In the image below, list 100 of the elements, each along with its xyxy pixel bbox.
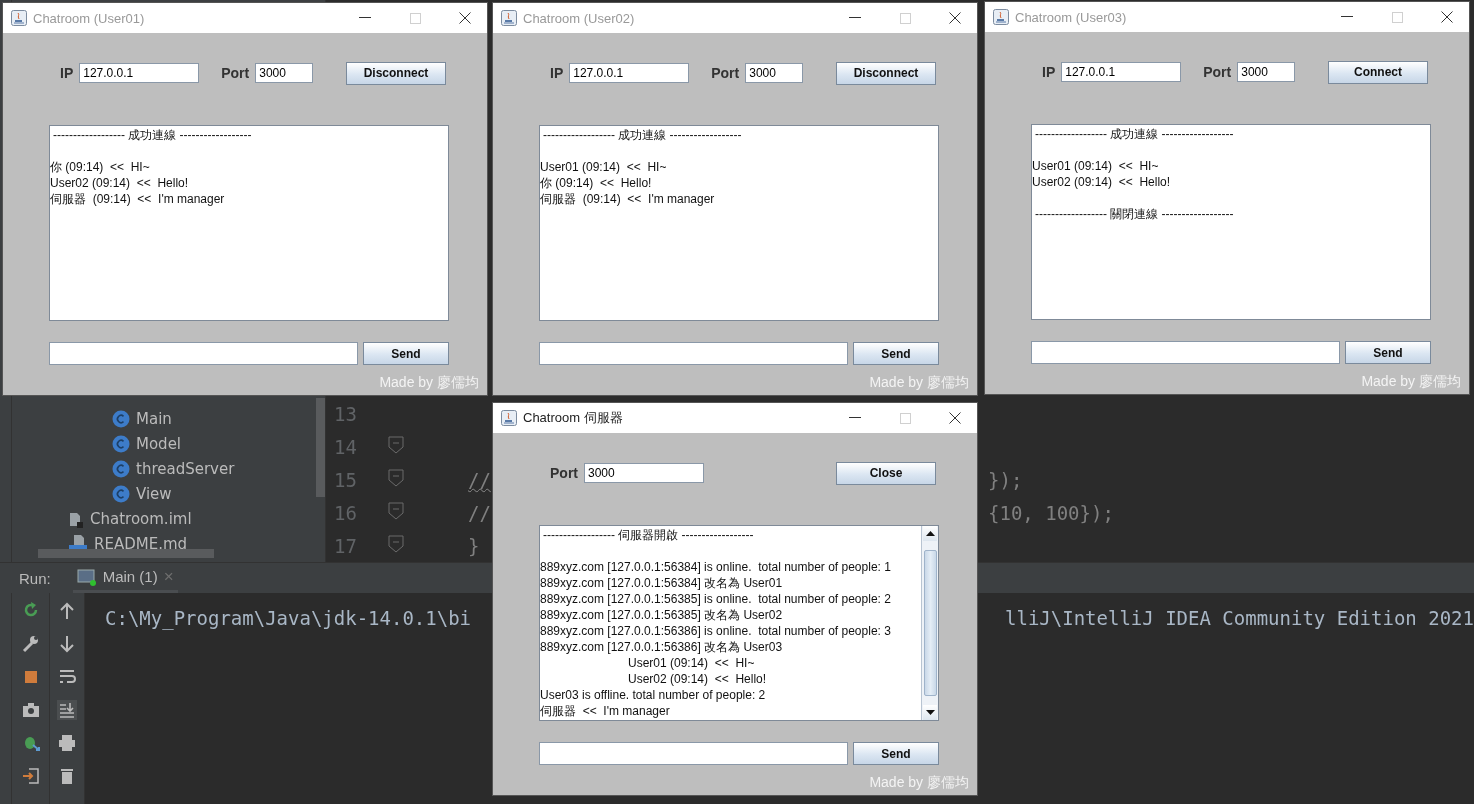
minimize-icon[interactable] [1341,16,1353,18]
log-line: 889xyz.com [127.0.0.1:56385] 改名為 User02 [540,607,784,623]
line-number: 14 [333,435,358,458]
log-line: 889xyz.com [127.0.0.1:56386] is online. total number of people: 3 [540,623,892,639]
port-label: Port [221,65,250,81]
connection-button[interactable]: Connect [1328,60,1428,84]
log-line: ------------------ 關閉連線 ------------------ [1034,206,1235,222]
print-icon[interactable] [57,733,77,753]
line-number: 17 [333,534,358,557]
window-title: Chatroom (User03) [1015,9,1128,25]
cup-icon [993,9,1009,25]
line-number: 15 [333,468,358,491]
log-line: ------------------ 成功連線 ------------------ [542,127,743,143]
camera-icon[interactable] [20,700,41,720]
code-text: }); [988,468,1023,491]
console-text: lliJ\IntelliJ IDEA Community Edition 2021 [1005,607,1474,629]
scroll-thumb[interactable] [923,550,937,696]
message-field[interactable] [539,342,848,365]
line-number: 13 [333,402,358,425]
port-label: Port [1203,64,1232,80]
connection-button[interactable]: Close [836,461,936,485]
send-button[interactable]: Send [853,342,939,365]
send-button[interactable]: Send [363,342,449,365]
project-tree-item[interactable]: Chatroom.iml [90,509,192,528]
port-field[interactable]: 3000 [255,63,314,83]
message-field[interactable] [539,742,848,765]
scroll-down-icon[interactable] [925,710,935,715]
run-tab[interactable]: Main (1) × [72,563,178,593]
project-tree-item[interactable]: View [136,484,172,503]
log-line: 你 (09:14) << HI~ [50,159,151,175]
exit-icon[interactable] [20,766,41,786]
project-tree-item[interactable]: Main [136,409,172,428]
maximize-icon [1391,11,1403,23]
window-icon [76,567,97,586]
code-text: } [468,534,480,557]
class-icon [112,459,130,478]
scrollbar[interactable] [921,526,938,720]
connection-button[interactable]: Disconnect [836,61,936,85]
code-text: // [468,501,491,524]
class-icon [112,409,130,428]
log-line: User02 (09:14) << Hello! [50,175,190,191]
scrollbar[interactable] [316,398,325,497]
log-line: 889xyz.com [127.0.0.1:56386] 改名為 User03 [540,639,784,655]
minimize-icon[interactable] [849,417,861,419]
log-line: ------------------ 伺服器開啟 ------------------ [542,527,755,543]
scroll-end-icon[interactable] [57,700,77,720]
message-field[interactable] [49,342,358,365]
maximize-icon [899,412,911,424]
log-line: 889xyz.com [127.0.0.1:56384] is online. total number of people: 1 [540,559,892,575]
code-text: // [468,468,491,491]
ip-label: IP [550,65,564,81]
connection-button[interactable]: Disconnect [346,61,446,85]
cup-icon [11,10,27,26]
close-icon[interactable] [1441,11,1453,23]
log-line: 889xyz.com [127.0.0.1:56385] is online. total number of people: 2 [540,591,892,607]
window-title: Chatroom (User01) [33,10,146,26]
port-field[interactable]: 3000 [584,463,704,483]
log-line: User01 (09:14) << HI~ [1032,158,1160,174]
scroll-up-icon[interactable] [925,531,935,536]
class-icon [112,434,130,453]
ip-label: IP [1042,64,1056,80]
log-line: ------------------ 成功連線 ------------------ [52,127,253,143]
log-line: 889xyz.com [127.0.0.1:56384] 改名為 User01 [540,575,784,591]
send-button[interactable]: Send [853,742,939,765]
project-tree-item[interactable]: Model [136,434,182,453]
port-field[interactable]: 3000 [745,63,804,83]
port-field[interactable]: 3000 [1237,62,1296,82]
log-line: User02 (09:14) << Hello! [1032,174,1172,190]
window-title: Chatroom 伺服器 [523,409,624,427]
project-tree-item[interactable]: threadServer [136,459,235,478]
project-tree-item[interactable]: README.md [94,534,188,553]
wrench-icon[interactable] [20,634,41,654]
log-line: 伺服器 << I'm manager [540,703,671,719]
log-line: User02 (09:14) << Hello! [627,671,768,687]
console-text: C:\My_Program\Java\jdk-14.0.1\bi [105,607,472,629]
ip-field[interactable]: 127.0.0.1 [1061,62,1182,82]
log-line: 伺服器 (09:14) << I'm manager [540,191,716,207]
send-button[interactable]: Send [1345,341,1431,364]
maximize-icon [409,12,421,24]
maximize-icon [899,12,911,24]
log-line: User03 is offline. total number of people: 2 [540,687,767,703]
scrollbar[interactable] [38,549,214,558]
ip-label: IP [60,65,74,81]
message-field[interactable] [1031,341,1340,364]
close-icon[interactable] [949,412,961,424]
down-arrow-icon[interactable] [57,634,77,654]
ip-field[interactable]: 127.0.0.1 [569,63,690,83]
log-line: User01 (09:14) << HI~ [540,159,668,175]
ip-field[interactable]: 127.0.0.1 [79,63,200,83]
log-line: 伺服器 (09:14) << I'm manager [50,191,226,207]
log-line: ------------------ 成功連線 ------------------ [1034,126,1235,142]
log-line: User01 (09:14) << HI~ [627,655,756,671]
minimize-icon[interactable] [359,17,371,19]
close-icon[interactable] [459,12,471,24]
close-icon[interactable] [949,12,961,24]
minimize-icon[interactable] [849,17,861,19]
log-line: 你 (09:14) << Hello! [540,175,653,191]
port-label: Port [550,465,578,481]
line-number: 16 [333,501,358,524]
window-title: Chatroom (User02) [523,10,636,26]
